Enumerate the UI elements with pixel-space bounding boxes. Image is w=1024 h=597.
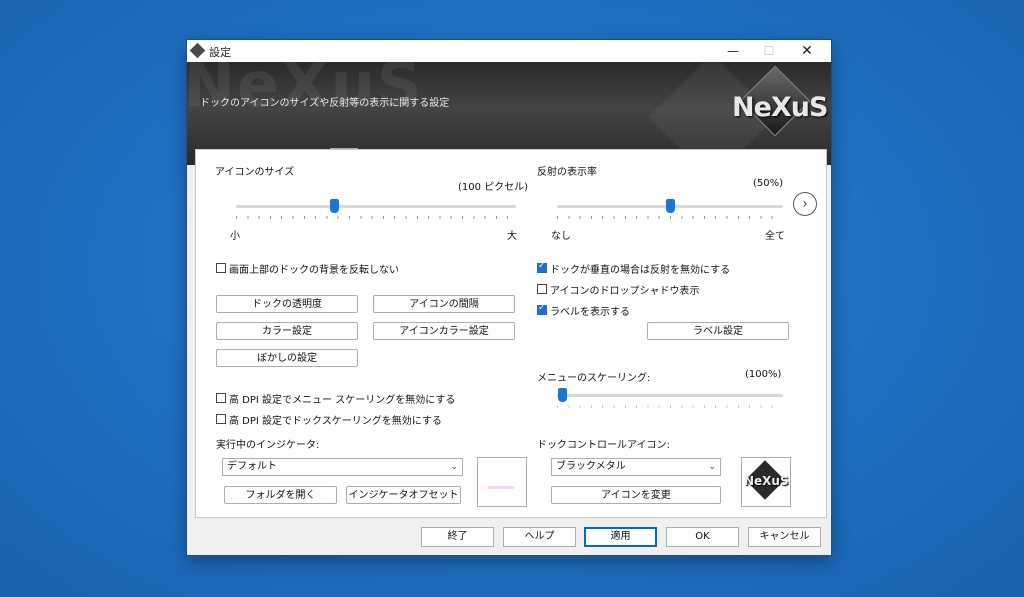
dock-opacity-button[interactable]: ドックの透明度 [216, 295, 358, 313]
nexus-logo: NeXuS [732, 65, 828, 137]
dpi-menu-scaling-label: 高 DPI 設定でメニュー スケーリングを無効にする [229, 395, 456, 406]
indicator-offset-button[interactable]: インジケータオフセット [346, 486, 461, 504]
apply-button[interactable]: 適用 [584, 527, 657, 547]
disable-reflect-vertical-label: ドックが垂直の場合は反射を無効にする [550, 265, 731, 276]
icon-size-label: アイコンのサイズ [215, 167, 295, 178]
banner-subtitle: ドックのアイコンのサイズや反射等の表示に関する設定 [200, 98, 450, 109]
exit-button[interactable]: 終了 [421, 527, 494, 547]
settings-window: 設定 — ☐ ✕ NeXuS ドックのアイコンのサイズや反射等の表示に関する設定… [187, 40, 831, 555]
icon-color-settings-button[interactable]: アイコンカラー設定 [373, 322, 515, 340]
next-page-icon[interactable]: › [793, 192, 817, 216]
help-button[interactable]: ヘルプ [503, 527, 576, 547]
open-folder-button[interactable]: フォルダを開く [224, 486, 337, 504]
window-title: 設定 [209, 46, 231, 59]
indicator-select[interactable]: デフォルト ⌄ [222, 458, 463, 476]
menu-scaling-slider-thumb[interactable] [557, 388, 567, 402]
indicator-glow [488, 486, 514, 489]
icon-size-ticks [236, 216, 518, 219]
reflection-slider-thumb[interactable] [665, 199, 675, 213]
indicator-label: 実行中のインジケータ: [216, 440, 320, 451]
dpi-dock-scaling-label: 高 DPI 設定でドックスケーリングを無効にする [229, 416, 442, 427]
app-diamond-icon [189, 42, 206, 59]
show-labels-checkbox[interactable] [537, 303, 547, 315]
dock-control-preview: NeXuS [741, 457, 791, 507]
reflection-ticks [557, 216, 783, 219]
menu-scaling-track[interactable] [557, 394, 783, 397]
minimize-icon[interactable]: — [717, 40, 749, 62]
reflection-max-label: 全て [765, 231, 785, 242]
change-icon-button[interactable]: アイコンを変更 [551, 486, 721, 504]
icon-size-track[interactable] [236, 205, 516, 208]
dock-control-select[interactable]: ブラックメタル ⌄ [551, 458, 721, 476]
menu-scaling-ticks [557, 405, 783, 408]
label-settings-button[interactable]: ラベル設定 [647, 322, 789, 340]
logo-text: NeXuS [732, 92, 828, 123]
chevron-down-icon: ⌄ [708, 462, 716, 472]
icon-size-slider-thumb[interactable] [330, 199, 340, 213]
indicator-selected: デフォルト [227, 461, 277, 472]
close-icon[interactable]: ✕ [791, 40, 823, 62]
cancel-button[interactable]: キャンセル [748, 527, 821, 547]
reflection-value: (50%) [753, 178, 784, 189]
icon-spacing-button[interactable]: アイコンの間隔 [373, 295, 515, 313]
dock-control-label: ドックコントロールアイコン: [537, 440, 670, 451]
menu-scaling-label: メニューのスケーリング: [537, 373, 651, 384]
no-flip-bg-checkbox[interactable] [216, 263, 226, 273]
color-settings-button[interactable]: カラー設定 [216, 322, 358, 340]
dock-control-selected: ブラックメタル [556, 461, 626, 472]
icon-drop-shadow-label: アイコンのドロップシャドウ表示 [550, 286, 700, 297]
chevron-down-icon: ⌄ [450, 462, 458, 472]
banner-watermark: NeXuS [187, 62, 424, 121]
reflection-label: 反射の表示率 [537, 167, 597, 178]
dpi-menu-scaling-checkbox[interactable] [216, 393, 226, 403]
icon-drop-shadow-checkbox[interactable] [537, 284, 547, 294]
display-panel: アイコンのサイズ (100 ピクセル) 小 大 反射の表示率 (50%) なし … [195, 149, 827, 518]
reflection-min-label: なし [551, 231, 571, 242]
indicator-preview [477, 457, 527, 507]
icon-size-value: (100 ピクセル) [458, 182, 529, 193]
icon-size-min-label: 小 [230, 231, 240, 242]
blur-settings-button[interactable]: ぼかしの設定 [216, 349, 358, 367]
title-bar: 設定 — ☐ ✕ [187, 40, 831, 62]
maximize-icon[interactable]: ☐ [753, 40, 785, 62]
preview-logo-text: NeXuS [744, 474, 789, 488]
dpi-dock-scaling-checkbox[interactable] [216, 414, 226, 424]
ok-button[interactable]: OK [666, 527, 739, 547]
menu-scaling-value: (100%) [745, 369, 782, 380]
no-flip-bg-label: 画面上部のドックの背景を反転しない [229, 265, 399, 276]
disable-reflect-vertical-checkbox[interactable] [537, 261, 547, 273]
icon-size-max-label: 大 [507, 231, 517, 242]
show-labels-label: ラベルを表示する [550, 307, 630, 318]
